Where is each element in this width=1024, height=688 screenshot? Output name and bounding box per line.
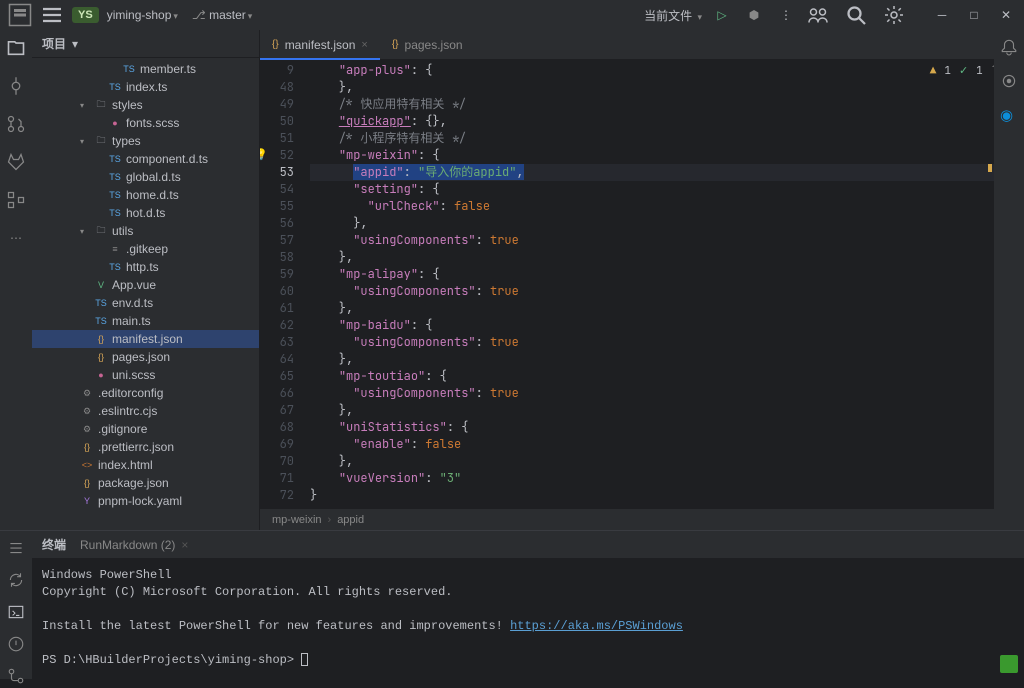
chevron-down-icon[interactable]: ▾ xyxy=(72,37,78,51)
tree-item[interactable]: TShot.d.ts xyxy=(32,204,259,222)
tree-item[interactable]: TSglobal.d.ts xyxy=(32,168,259,186)
ok-icon: ✓ xyxy=(959,64,968,78)
tree-item[interactable]: <>index.html xyxy=(32,456,259,474)
more-tools-icon[interactable]: ⋯ xyxy=(6,228,26,248)
tree-item[interactable]: ≡.gitkeep xyxy=(32,240,259,258)
tree-item[interactable]: ●uni.scss xyxy=(32,366,259,384)
tree-item[interactable]: ▾🗀types xyxy=(32,132,259,150)
more-actions-icon[interactable]: ⋮ xyxy=(774,3,798,27)
tree-item[interactable]: TSmain.ts xyxy=(32,312,259,330)
sidebar-header: 项目 ▾ xyxy=(32,30,259,58)
project-sidebar: 项目 ▾ TSmember.tsTSindex.ts▾🗀styles●fonts… xyxy=(32,30,260,530)
terminal-cursor xyxy=(301,653,308,666)
tree-item[interactable]: ⚙.eslintrc.cjs xyxy=(32,402,259,420)
tree-item[interactable]: TShttp.ts xyxy=(32,258,259,276)
project-selector[interactable]: yiming-shop▾ xyxy=(107,8,178,22)
editor-tab[interactable]: {}pages.json xyxy=(380,30,475,59)
tree-item[interactable]: Ypnpm-lock.yaml xyxy=(32,492,259,510)
tree-item[interactable]: TSindex.ts xyxy=(32,78,259,96)
file-tree[interactable]: TSmember.tsTSindex.ts▾🗀styles●fonts.scss… xyxy=(32,58,259,530)
maximize-button[interactable]: □ xyxy=(964,8,984,22)
notifications-icon[interactable] xyxy=(1000,38,1018,56)
tree-item[interactable]: {}pages.json xyxy=(32,348,259,366)
refresh-icon[interactable] xyxy=(7,571,25,589)
tree-item[interactable]: ⚙.editorconfig xyxy=(32,384,259,402)
editor-tabs: {}manifest.json×{}pages.json ⋮ xyxy=(260,30,1024,60)
vcs-icon[interactable] xyxy=(7,667,25,685)
powershell-link[interactable]: https://aka.ms/PSWindows xyxy=(510,619,683,633)
settings-icon[interactable] xyxy=(882,3,906,27)
right-tool-rail: ◉ xyxy=(994,30,1024,530)
minimize-button[interactable]: ─ xyxy=(932,8,952,22)
close-button[interactable]: ✕ xyxy=(996,8,1016,22)
run-button[interactable]: ▷ xyxy=(710,3,734,27)
editor-area: {}manifest.json×{}pages.json ⋮ 948495051… xyxy=(260,30,1024,530)
project-tool-icon[interactable] xyxy=(6,38,26,58)
ai-assistant-icon[interactable] xyxy=(1000,72,1018,90)
scrollbar-marker xyxy=(988,164,992,172)
collaborate-icon[interactable] xyxy=(806,3,830,27)
tree-item[interactable]: VApp.vue xyxy=(32,276,259,294)
problems-icon[interactable] xyxy=(7,635,25,653)
left-tool-rail: ⋯ xyxy=(0,30,32,530)
terminal-tab-markdown[interactable]: RunMarkdown (2) × xyxy=(80,538,188,552)
hamburger-icon[interactable] xyxy=(40,3,64,27)
list-icon[interactable] xyxy=(7,539,25,557)
tree-item[interactable]: ▾🗀styles xyxy=(32,96,259,114)
tree-item[interactable]: {}manifest.json xyxy=(32,330,259,348)
close-icon[interactable]: × xyxy=(361,39,367,51)
structure-tool-icon[interactable] xyxy=(6,190,26,210)
run-config-selector[interactable]: 当前文件 ▾ xyxy=(644,7,702,24)
tree-item[interactable]: TSmember.ts xyxy=(32,60,259,78)
terminal-tab-main[interactable]: 终端 xyxy=(42,536,66,553)
app-menu-icon[interactable] xyxy=(8,3,32,27)
terminal-tabs: 终端 RunMarkdown (2) × xyxy=(32,531,1024,559)
commit-tool-icon[interactable] xyxy=(6,76,26,96)
tree-item[interactable]: {}.prettierrc.json xyxy=(32,438,259,456)
branch-selector[interactable]: ⎇ master▾ xyxy=(192,8,252,22)
sidebar-title: 项目 xyxy=(42,35,66,52)
pull-requests-icon[interactable] xyxy=(6,114,26,134)
tree-item[interactable]: TSenv.d.ts xyxy=(32,294,259,312)
tree-item[interactable]: ▾🗀utils xyxy=(32,222,259,240)
tree-item[interactable]: TShome.d.ts xyxy=(32,186,259,204)
tree-item[interactable]: ●fonts.scss xyxy=(32,114,259,132)
terminal-output[interactable]: Windows PowerShell Copyright (C) Microso… xyxy=(32,559,1024,679)
tree-item[interactable]: ⚙.gitignore xyxy=(32,420,259,438)
breadcrumb[interactable]: mp-weixin › appid xyxy=(260,508,1024,530)
terminal-panel: 终端 RunMarkdown (2) × Windows PowerShell … xyxy=(0,530,1024,679)
debug-button[interactable]: ⬢ xyxy=(742,3,766,27)
gitlab-icon[interactable] xyxy=(6,152,26,172)
code-editor[interactable]: 948495051💡525354555657585960616263646566… xyxy=(260,60,1024,508)
editor-tab[interactable]: {}manifest.json× xyxy=(260,30,380,59)
tree-item[interactable]: TScomponent.d.ts xyxy=(32,150,259,168)
project-badge: YS xyxy=(72,7,99,23)
terminal-icon[interactable] xyxy=(7,603,25,621)
status-badge[interactable] xyxy=(1000,655,1018,673)
titlebar: YS yiming-shop▾ ⎇ master▾ 当前文件 ▾ ▷ ⬢ ⋮ ─… xyxy=(0,0,1024,30)
search-icon[interactable] xyxy=(844,3,868,27)
tree-item[interactable]: {}package.json xyxy=(32,474,259,492)
warning-icon: ▲ xyxy=(930,64,937,78)
edge-icon[interactable]: ◉ xyxy=(1000,106,1018,124)
